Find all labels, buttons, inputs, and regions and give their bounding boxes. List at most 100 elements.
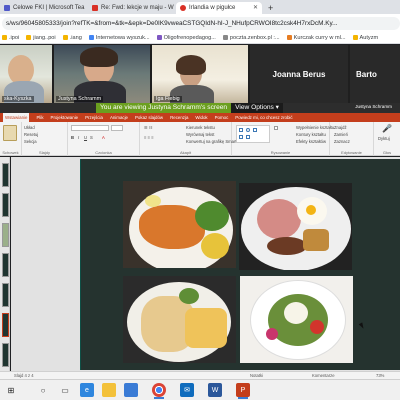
task-view-icon[interactable]: ▭ [58,383,72,397]
bookmark-item[interactable]: jiang..poi [26,35,56,41]
salad-image [195,201,229,231]
comments-button[interactable]: Komentarze [312,373,335,378]
bullets-icon[interactable]: ☰ ☷ [144,125,153,130]
folder-icon [352,35,358,40]
paste-icon[interactable] [3,125,17,141]
tab-design[interactable]: Projektowanie [51,115,79,120]
view-options-button[interactable]: View Options ▾ [231,103,283,113]
potato-image [201,233,229,259]
participant-tile[interactable]: Barto [350,45,400,103]
shape-outline-button[interactable]: Kontury kształtu [296,132,326,137]
oval-shape-icon [246,128,250,132]
font-size-box[interactable] [111,125,123,131]
folder-icon [156,35,162,40]
url-field[interactable]: s/ws/96045805333/join?refTK=&from=&tk=&e… [2,16,400,30]
bookmark-item[interactable]: .ipoi [2,35,19,41]
edge-icon[interactable]: e [80,383,94,397]
mail-favicon-icon [92,5,98,11]
bookmark-item[interactable]: Kurczak curry w ml... [286,35,346,41]
browser-tab-teams[interactable]: Celowe FKI | Microsoft Tea ✕ [0,2,86,14]
greens-image [179,288,199,304]
bookmark-item[interactable]: Oligofrenopedagog... [156,35,216,41]
zoom-level[interactable]: 73% [376,373,384,378]
microphone-icon[interactable]: 🎤 [382,124,392,133]
slide-border [80,159,81,370]
food-photo-salad[interactable] [240,276,353,363]
ppt-user-name: Justyna Schramm [355,104,392,109]
slide-thumbnail[interactable] [2,223,9,247]
close-icon[interactable]: ✕ [253,2,258,14]
replace-button[interactable]: Zamień [334,132,348,137]
slide-thumbnail[interactable] [2,253,9,277]
arrow-shape-icon [239,135,243,139]
section-button[interactable]: Sekcja [24,139,37,144]
participant-tile[interactable]: Joanna Berus [250,45,348,103]
tab-slideshow[interactable]: Pokaz slajdów [135,115,163,120]
explorer-icon[interactable] [102,383,116,397]
word-icon[interactable]: W [208,383,222,397]
select-button[interactable]: Zaznacz [334,139,350,144]
participant-tile[interactable]: ska-Kyszka [0,45,52,103]
slide-thumbnail[interactable] [2,283,9,307]
participant-tile[interactable]: Iga Fiebig [152,45,248,103]
bookmark-item[interactable]: Internetowa wyszuk... [88,35,150,41]
presentation-favicon-icon [180,5,186,11]
folder-icon [286,35,292,40]
ribbon: Schowek Układ Resetuj Sekcja Slajdy B I … [0,122,400,156]
reset-button[interactable]: Resetuj [24,132,38,137]
search-icon[interactable]: ○ [36,383,50,397]
text-direction-button[interactable]: Kierunek tekstu [186,125,215,130]
hash-brown-image [303,229,329,251]
new-tab-button[interactable]: + [264,2,277,14]
slide-thumbnail[interactable] [2,163,9,187]
bold-icon[interactable]: B [71,135,74,140]
slide-thumbnail[interactable] [2,343,9,367]
windows-start-icon[interactable]: ⊞ [4,383,18,397]
drawing-group: Wypełnienie kształtu Kontury kształtu Ef… [232,122,334,156]
tab-help[interactable]: Pomoc [215,115,229,120]
group-label: Edytowanie [341,150,362,155]
tab-review[interactable]: Recenzja [170,115,188,120]
browser-tab-mail[interactable]: Re: Fwd: lekcje w maju - WP Po ✕ [88,2,174,14]
participant-video [80,47,118,67]
mail-icon[interactable]: ✉ [180,383,194,397]
powerpoint-icon[interactable]: P [236,383,250,399]
layout-button[interactable]: Układ [24,125,35,130]
store-icon[interactable] [124,383,138,397]
shapes-gallery[interactable] [236,125,270,143]
group-label: Akapit [179,150,192,155]
italic-icon[interactable]: I [78,135,79,140]
tab-transitions[interactable]: Przejścia [85,115,103,120]
lemon-image [145,195,161,207]
shape-fill-button[interactable]: Wypełnienie kształtu [296,125,334,130]
find-button[interactable]: Znajdź [334,125,347,130]
tell-me-search[interactable]: Powiedz mi, co chcesz zrobić [235,115,292,120]
slide-thumbnail[interactable] [2,193,9,217]
food-photo-fish-and-chips[interactable] [123,276,236,363]
align-icon[interactable]: ≡ ≡ ≡ [144,135,154,140]
arrange-icon[interactable] [274,126,278,130]
tab-view[interactable]: Widok [195,115,207,120]
browser-tab-irlandia[interactable]: Irlandia w pigułce ✕ [176,2,262,14]
strike-icon[interactable]: S [90,135,93,140]
align-text-button[interactable]: Wyrównaj tekst [186,132,214,137]
tab-animations[interactable]: Animacje [110,115,128,120]
chrome-icon[interactable] [152,383,166,399]
shape-effects-button[interactable]: Efekty kształtów [296,139,326,144]
food-photo-schnitzel[interactable] [123,181,236,268]
tab-insert[interactable]: Wstawianie [3,113,30,122]
bookmark-item[interactable]: .iang [62,35,82,41]
food-photo-breakfast[interactable] [239,183,352,270]
tab-file[interactable]: Plik [36,115,43,120]
notes-button[interactable]: Notatki [250,373,263,378]
folder-icon [26,35,32,40]
triangle-shape-icon [246,135,250,139]
underline-icon[interactable]: U [84,135,87,140]
font-color-icon[interactable]: A [102,135,105,140]
font-name-box[interactable] [71,125,109,131]
slide-thumbnail[interactable] [2,313,9,337]
dictate-button[interactable]: Dyktuj [378,136,390,141]
bookmark-item[interactable]: Autyzm [352,35,378,41]
bookmark-item[interactable]: poczta.zenbox.pl :... [222,35,280,41]
participant-tile[interactable]: Justyna Schramm [54,45,150,103]
